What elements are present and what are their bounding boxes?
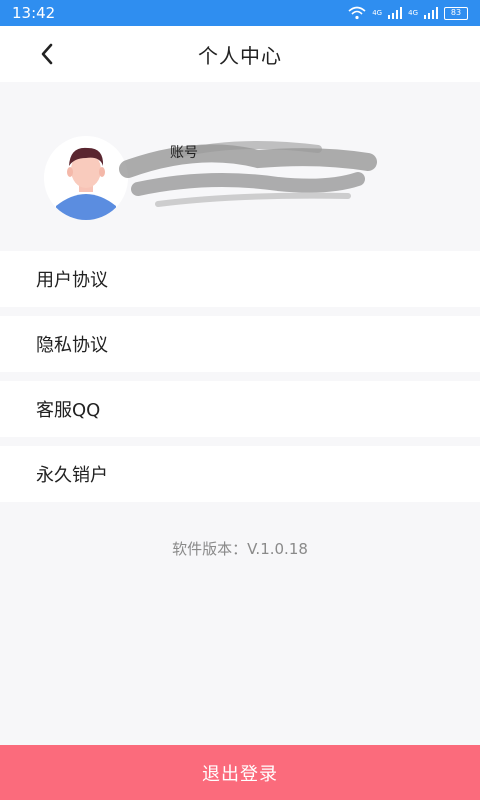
network-type-2: 4G (408, 9, 418, 17)
status-bar: 13:42 4G 4G 83 (0, 0, 480, 26)
menu-item-label: 永久销户 (36, 465, 108, 486)
account-label: 账号 (170, 145, 198, 161)
status-icons: 4G 4G 83 (348, 6, 468, 20)
network-type-1: 4G (372, 9, 383, 17)
menu-item-delete-account[interactable]: 永久销户 (0, 446, 480, 502)
signal-icon-2 (424, 7, 438, 19)
profile-section: 账号 (0, 82, 480, 250)
menu-item-label: 客服QQ (36, 400, 101, 421)
menu-item-user-agreement[interactable]: 用户协议 (0, 251, 480, 307)
nav-bar: 个人中心 (0, 26, 480, 82)
menu-item-privacy-policy[interactable]: 隐私协议 (0, 316, 480, 372)
page-title: 个人中心 (198, 43, 282, 68)
avatar[interactable] (44, 136, 128, 220)
redacted-scribble (119, 141, 377, 207)
status-time: 13:42 (12, 4, 56, 22)
wifi-icon (348, 6, 366, 20)
menu-item-label: 隐私协议 (36, 335, 108, 356)
signal-icon (388, 7, 403, 19)
back-arrow-icon[interactable] (36, 42, 60, 66)
menu-item-label: 用户协议 (36, 270, 108, 291)
version-text: 软件版本：V.1.0.18 (172, 540, 308, 558)
user-avatar-icon (44, 136, 128, 220)
battery-icon: 83 (444, 6, 468, 20)
battery-level: 83 (450, 8, 462, 17)
menu-item-customer-service-qq[interactable]: 客服QQ (0, 381, 480, 437)
logout-button[interactable]: 退出登录 (0, 745, 480, 800)
